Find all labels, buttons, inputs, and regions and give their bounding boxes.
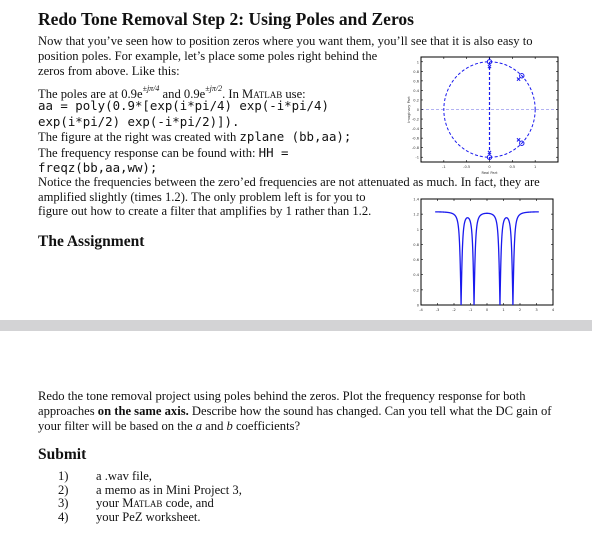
- page-title: Redo Tone Removal Step 2: Using Poles an…: [38, 9, 414, 29]
- y-tick-label: 0.6: [413, 79, 419, 83]
- code-line-1: aa = poly(0.9*[exp(i*pi/4) exp(-i*pi/4): [38, 98, 329, 113]
- y-tick-label: 1: [417, 60, 419, 64]
- x-axis-label: Real Part: [482, 171, 499, 175]
- assignment-line-3a: your filter will be based on the: [38, 419, 196, 433]
- notice-line-2: amplified slightly (times 1.2). The only…: [38, 190, 366, 204]
- freq-text: The frequency response can be found with…: [38, 146, 259, 160]
- y-tick-label: -1: [415, 156, 419, 160]
- zplane-plot-area: 1 0.8 0.6 0.4 0.2 0 -0.2 -0.4 -0.6 -0.8 -1 -1 -0.5 0 0…: [407, 56, 559, 175]
- intro-line-2: position poles. For example, let’s place…: [38, 49, 378, 63]
- y-tick-label: 0.6: [413, 258, 419, 262]
- assignment-line-2a: approaches: [38, 404, 98, 418]
- assignment-line-2b: Describe how the sound has changed. Can …: [188, 404, 552, 418]
- x-tick-label: -1: [469, 308, 473, 312]
- y-tick-label: -0.4: [412, 127, 420, 131]
- submit-item-text: a memo as in Mini Project 3,: [96, 482, 242, 497]
- pole1-exponent: ±jπ/4: [142, 84, 160, 93]
- figure-sentence: The figure at the right was created with…: [38, 129, 351, 145]
- figure-code: zplane (bb,aa);: [239, 129, 352, 144]
- x-tick-label: 1: [534, 165, 536, 169]
- submit-heading: Submit: [38, 446, 87, 463]
- assignment-heading: The Assignment: [38, 233, 145, 250]
- assignment-line-3-end: coefficients?: [232, 419, 301, 433]
- y-tick-label: 0.2: [413, 288, 419, 292]
- assignment-line-2: approaches on the same axis. Describe ho…: [38, 404, 551, 419]
- submit-item-text: your: [96, 496, 123, 511]
- x-tick-label: -4: [419, 308, 423, 312]
- x-tick-label: -2: [452, 308, 456, 312]
- y-tick-label: 1: [417, 228, 419, 232]
- submit-item: 3) your Matlab code, and: [58, 496, 242, 511]
- x-tick-label: -0.5: [463, 165, 470, 169]
- y-tick-label: 0.8: [413, 243, 419, 247]
- code-line-2: exp(i*pi/2) exp(-i*pi/2)]).: [38, 114, 240, 129]
- pole2-exponent: ±jπ/2: [205, 84, 223, 93]
- y-tick-label: 0.4: [413, 89, 419, 93]
- freq-response-chart: 1.41.210.80.60.40.20-4 -3 -2 -1 0 1 2 3 4: [413, 198, 555, 313]
- x-tick-label: 0: [486, 308, 489, 312]
- assignment-line-3: your filter will be based on the a and b…: [38, 419, 300, 434]
- matlab-label: Matlab: [122, 496, 163, 511]
- y-tick-label: 0.4: [413, 273, 419, 277]
- submit-item: 1) a .wav file,: [58, 469, 242, 484]
- x-tick-label: 0: [488, 165, 491, 169]
- submit-item-number: 2): [58, 482, 69, 497]
- x-tick-label: 4: [552, 308, 555, 312]
- notice-line-3: figure out how to create a filter that a…: [38, 204, 372, 218]
- submit-item-text-end: code, and: [162, 496, 214, 511]
- y-tick-label: 0: [417, 108, 420, 112]
- freq-axes-box: [420, 198, 554, 306]
- x-tick-label: 0.5: [509, 165, 515, 169]
- y-tick-label: -0.8: [412, 146, 420, 150]
- x-tick-label: -3: [436, 308, 440, 312]
- figure-text: The figure at the right was created with: [38, 130, 240, 144]
- assignment-line-1: Redo the tone removal project using pole…: [38, 389, 526, 403]
- submit-item-number: 3): [58, 496, 69, 511]
- intro-line-3: zeros from above. Like this:: [38, 64, 180, 78]
- assignment-line-3-and: and: [202, 419, 227, 433]
- submit-item-text: a .wav file,: [96, 469, 152, 483]
- y-tick-label: 0.8: [413, 70, 419, 74]
- submit-item: 4) your PeZ worksheet.: [58, 509, 242, 525]
- submit-item-number: 1): [58, 469, 69, 483]
- freq-code-2: freqz(bb,aa,ww);: [38, 160, 158, 175]
- y-tick-label: 1.4: [413, 198, 419, 202]
- y-tick-label: 0: [417, 304, 420, 308]
- submit-item-number: 4): [58, 509, 69, 524]
- x-tick-label: 3: [535, 308, 537, 312]
- submit-item-text: your PeZ worksheet.: [96, 509, 201, 524]
- intro-line-1: Now that you’ve seen how to position zer…: [38, 34, 533, 48]
- submit-list: 1) a .wav file, 2) a memo as in Mini Proje…: [58, 469, 242, 525]
- y-tick-label: 0.2: [413, 98, 419, 102]
- x-tick-label: -1: [442, 165, 446, 169]
- freq-code-1: HH =: [258, 145, 289, 160]
- zplane-chart: 1 0.8 0.6 0.4 0.2 0 -0.2 -0.4 -0.6 -0.8 -1 -1 -0.5 0 0…: [407, 56, 559, 175]
- y-tick-label: -0.2: [412, 118, 419, 122]
- freq-sentence: The frequency response can be found with…: [38, 145, 289, 161]
- submit-item: 2) a memo as in Mini Project 3,: [58, 482, 242, 498]
- y-tick-label: 1.2: [413, 213, 419, 217]
- y-tick-label: -0.6: [412, 137, 420, 141]
- x-tick-label: 1: [502, 308, 504, 312]
- page-break-divider: [0, 320, 592, 331]
- x-tick-label: 2: [519, 308, 521, 312]
- y-axis-label: Imaginary Part: [407, 96, 411, 123]
- assignment-emphasis: on the same axis.: [97, 404, 189, 418]
- freq-plot-area: 1.41.210.80.60.40.20-4 -3 -2 -1 0 1 2 3 4: [413, 198, 555, 313]
